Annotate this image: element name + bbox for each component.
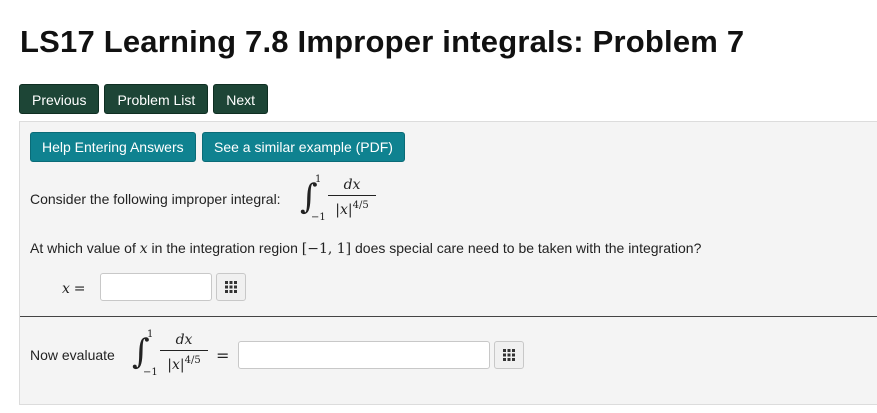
previous-button[interactable]: Previous <box>19 84 100 114</box>
consider-text: Consider the following improper integral… <box>30 191 281 207</box>
section-divider <box>20 316 877 317</box>
fraction-denominator: |x|4/5 <box>167 355 201 373</box>
grid-matrix-icon <box>503 349 515 361</box>
equals-sign: = <box>216 346 230 365</box>
fraction-denominator: |x|4/5 <box>335 200 369 218</box>
improper-integral: ∫ 1 −1 dx |x|4/5 <box>300 174 380 226</box>
grid-matrix-icon <box>225 281 237 293</box>
next-button[interactable]: Next <box>213 84 269 114</box>
integral-fraction: dx |x|4/5 <box>160 332 208 373</box>
integral-sign: ∫ <box>132 332 150 372</box>
problem-list-button[interactable]: Problem List <box>104 84 209 114</box>
answer1-input[interactable] <box>100 273 212 301</box>
integral-lower-limit: −1 <box>311 212 326 223</box>
problem-nav: Previous Problem List Next <box>19 84 269 114</box>
problem-panel: Help Entering Answers See a similar exam… <box>19 121 877 405</box>
evaluate-text: Now evaluate <box>30 347 115 363</box>
integral-lower-limit: −1 <box>143 367 158 378</box>
integral-upper-limit: 1 <box>147 329 154 340</box>
help-entering-answers-button[interactable]: Help Entering Answers <box>30 132 196 162</box>
integral-fraction: dx |x|4/5 <box>328 177 376 218</box>
similar-example-button[interactable]: See a similar example (PDF) <box>202 132 405 162</box>
answer1-matrix-button[interactable] <box>216 273 246 301</box>
page-title: LS17 Learning 7.8 Improper integrals: Pr… <box>20 24 745 59</box>
fraction-numerator: dx <box>175 332 193 348</box>
integral-upper-limit: 1 <box>315 174 322 185</box>
fraction-numerator: dx <box>343 177 361 193</box>
answer2-input[interactable] <box>238 341 490 369</box>
integral-sign: ∫ <box>300 177 318 217</box>
question-text: At which value of x in the integration r… <box>30 240 702 257</box>
answer1-label: x = <box>62 281 86 297</box>
answer2-matrix-button[interactable] <box>494 341 524 369</box>
evaluate-integral: ∫ 1 −1 dx |x|4/5 <box>132 329 212 381</box>
